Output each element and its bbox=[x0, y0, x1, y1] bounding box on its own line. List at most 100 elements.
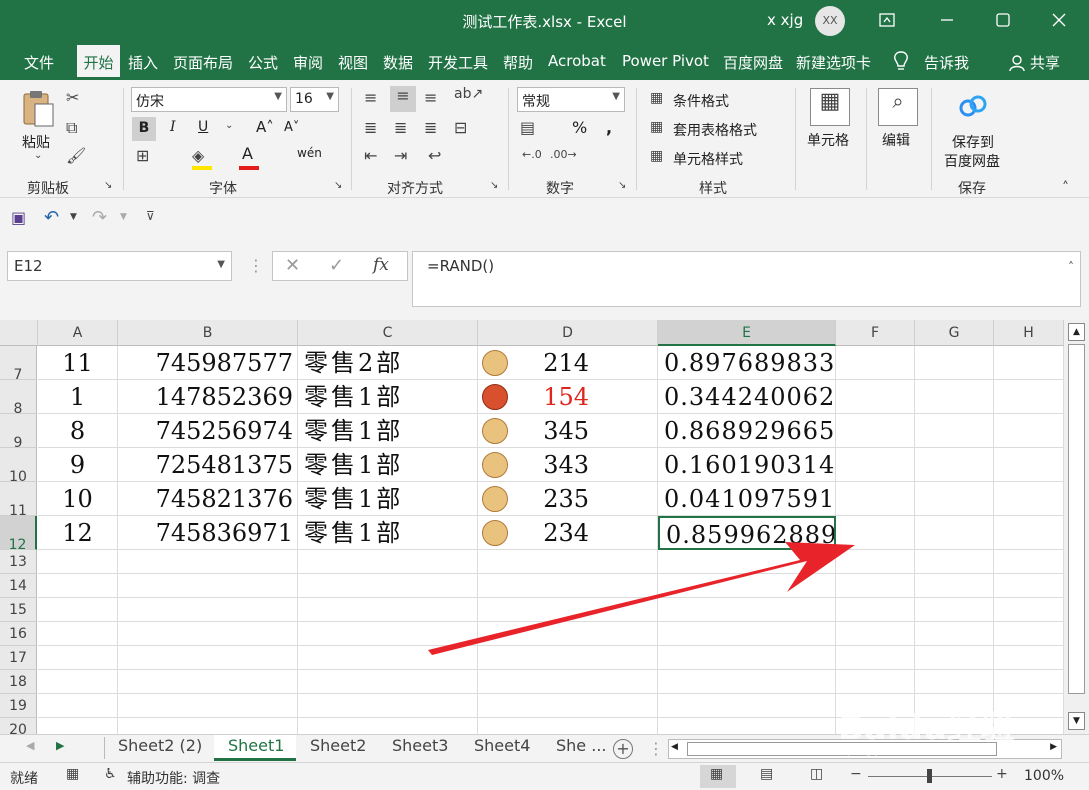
tab-new[interactable]: 新建选项卡 bbox=[796, 52, 871, 73]
align-right-icon[interactable]: ≣ bbox=[424, 118, 437, 137]
scroll-thumb[interactable] bbox=[1068, 344, 1085, 694]
vertical-scrollbar[interactable]: ▲ ▼ bbox=[1064, 320, 1089, 734]
empty-cell[interactable] bbox=[915, 550, 994, 574]
cell-e[interactable]: 0.868929665 bbox=[658, 414, 836, 448]
number-format-select[interactable]: 常规 ▼ bbox=[517, 87, 625, 112]
empty-cell[interactable] bbox=[915, 670, 994, 694]
empty-cell[interactable] bbox=[915, 646, 994, 670]
cell-a[interactable]: 1 bbox=[38, 380, 118, 414]
sheet-tab-sheet2-2[interactable]: Sheet2 (2) bbox=[118, 735, 202, 761]
minimize-icon[interactable] bbox=[922, 0, 972, 40]
accessibility-status[interactable]: 辅助功能: 调查 bbox=[127, 768, 220, 788]
empty-cell[interactable] bbox=[994, 414, 1064, 448]
row-header[interactable]: 9 bbox=[0, 414, 37, 451]
empty-cell[interactable] bbox=[836, 516, 915, 550]
align-top-icon[interactable]: ≡ bbox=[364, 88, 377, 107]
comma-button[interactable]: , bbox=[606, 118, 612, 137]
font-color-icon[interactable]: A bbox=[242, 144, 253, 163]
empty-cell[interactable] bbox=[836, 574, 915, 598]
collapse-ribbon-icon[interactable]: ˄ bbox=[1062, 180, 1069, 196]
phonetic-icon[interactable]: wén bbox=[297, 146, 322, 160]
empty-cell[interactable] bbox=[836, 598, 915, 622]
tab-power-pivot[interactable]: Power Pivot bbox=[622, 52, 709, 70]
insert-function-icon[interactable]: fx bbox=[373, 255, 389, 275]
sheet-tab-sheet4[interactable]: Sheet4 bbox=[474, 735, 530, 761]
empty-cell[interactable] bbox=[38, 718, 118, 734]
spreadsheet-grid[interactable]: A B C D E F G H 7 11 745987577 零售2部 214 0.897689833 8 1… bbox=[0, 320, 1064, 734]
empty-cell[interactable] bbox=[836, 670, 915, 694]
empty-cell[interactable] bbox=[38, 574, 118, 598]
empty-cell[interactable] bbox=[994, 646, 1064, 670]
increase-indent-icon[interactable]: ⇥ bbox=[394, 146, 407, 165]
merge-icon[interactable]: ⊟ bbox=[454, 118, 467, 137]
cell-e[interactable]: 0.041097591 bbox=[658, 482, 836, 516]
table-format-icon[interactable]: ▦ bbox=[650, 119, 663, 135]
column-header-c[interactable]: C bbox=[298, 320, 478, 346]
italic-button[interactable]: I bbox=[170, 119, 176, 135]
tab-acrobat[interactable]: Acrobat bbox=[548, 52, 606, 70]
decrease-font-icon[interactable]: A˅ bbox=[284, 120, 299, 135]
empty-cell[interactable] bbox=[994, 516, 1064, 550]
empty-cell[interactable] bbox=[915, 414, 994, 448]
sheet-tab-sheet1[interactable]: Sheet1 bbox=[214, 735, 296, 761]
copy-icon[interactable]: ⧉ bbox=[66, 118, 77, 138]
dialog-launcher-icon[interactable]: ↘ bbox=[490, 180, 498, 191]
row-header[interactable]: 17 bbox=[0, 646, 37, 670]
split-handle-icon[interactable]: ⋮ bbox=[648, 739, 664, 758]
empty-cell[interactable] bbox=[658, 646, 836, 670]
chevron-down-icon[interactable]: ⌄ bbox=[34, 150, 42, 161]
select-all-corner[interactable] bbox=[0, 320, 38, 346]
cell-a[interactable]: 9 bbox=[38, 448, 118, 482]
empty-cell[interactable] bbox=[298, 550, 478, 574]
cell-e[interactable]: 0.344240062 bbox=[658, 380, 836, 414]
empty-cell[interactable] bbox=[994, 670, 1064, 694]
empty-cell[interactable] bbox=[118, 718, 298, 734]
tab-review[interactable]: 审阅 bbox=[293, 52, 323, 73]
scroll-up-icon[interactable]: ▲ bbox=[1068, 323, 1085, 341]
undo-icon[interactable]: ↶ bbox=[44, 207, 59, 228]
avatar[interactable]: XX bbox=[815, 6, 845, 36]
empty-cell[interactable] bbox=[836, 448, 915, 482]
column-header-a[interactable]: A bbox=[38, 320, 118, 346]
customize-qat-icon[interactable]: ⊽ bbox=[146, 209, 155, 223]
empty-cell[interactable] bbox=[298, 718, 478, 734]
empty-cell[interactable] bbox=[38, 694, 118, 718]
zoom-in-icon[interactable]: + bbox=[996, 766, 1008, 782]
cell-b[interactable]: 745256974 bbox=[118, 414, 298, 448]
macro-record-icon[interactable]: ▦ bbox=[66, 766, 79, 782]
empty-cell[interactable] bbox=[994, 574, 1064, 598]
empty-cell[interactable] bbox=[38, 598, 118, 622]
empty-cell[interactable] bbox=[118, 622, 298, 646]
empty-cell[interactable] bbox=[298, 670, 478, 694]
close-icon[interactable] bbox=[1034, 0, 1084, 40]
cell-c[interactable]: 零售1部 bbox=[298, 380, 478, 414]
column-header-b[interactable]: B bbox=[118, 320, 298, 346]
normal-view-icon[interactable]: ▦ bbox=[710, 766, 723, 782]
cell-c[interactable]: 零售1部 bbox=[298, 482, 478, 516]
empty-cell[interactable] bbox=[118, 550, 298, 574]
tell-me[interactable]: 告诉我 bbox=[924, 52, 969, 73]
empty-cell[interactable] bbox=[994, 598, 1064, 622]
wrap-text-icon[interactable]: ↩ bbox=[428, 146, 441, 165]
empty-cell[interactable] bbox=[915, 448, 994, 482]
cell-b[interactable]: 745821376 bbox=[118, 482, 298, 516]
empty-cell[interactable] bbox=[836, 346, 915, 380]
name-box[interactable]: E12 ▼ bbox=[7, 251, 232, 281]
empty-cell[interactable] bbox=[915, 598, 994, 622]
empty-cell[interactable] bbox=[38, 622, 118, 646]
drag-handle-icon[interactable]: ⋮ bbox=[248, 256, 264, 275]
empty-cell[interactable] bbox=[118, 670, 298, 694]
lightbulb-icon[interactable] bbox=[892, 50, 910, 76]
cells-icon[interactable]: ▦ bbox=[810, 88, 850, 126]
row-header[interactable]: 13 bbox=[0, 550, 37, 574]
empty-cell[interactable] bbox=[118, 694, 298, 718]
row-header[interactable]: 11 bbox=[0, 482, 37, 519]
underline-button[interactable]: U bbox=[198, 119, 208, 135]
cut-icon[interactable]: ✂ bbox=[66, 88, 79, 107]
cell-c[interactable]: 零售1部 bbox=[298, 448, 478, 482]
percent-button[interactable]: % bbox=[572, 118, 587, 137]
tab-developer[interactable]: 开发工具 bbox=[428, 52, 488, 73]
empty-cell[interactable] bbox=[478, 622, 658, 646]
empty-cell[interactable] bbox=[298, 646, 478, 670]
cell-e[interactable]: 0.160190314 bbox=[658, 448, 836, 482]
